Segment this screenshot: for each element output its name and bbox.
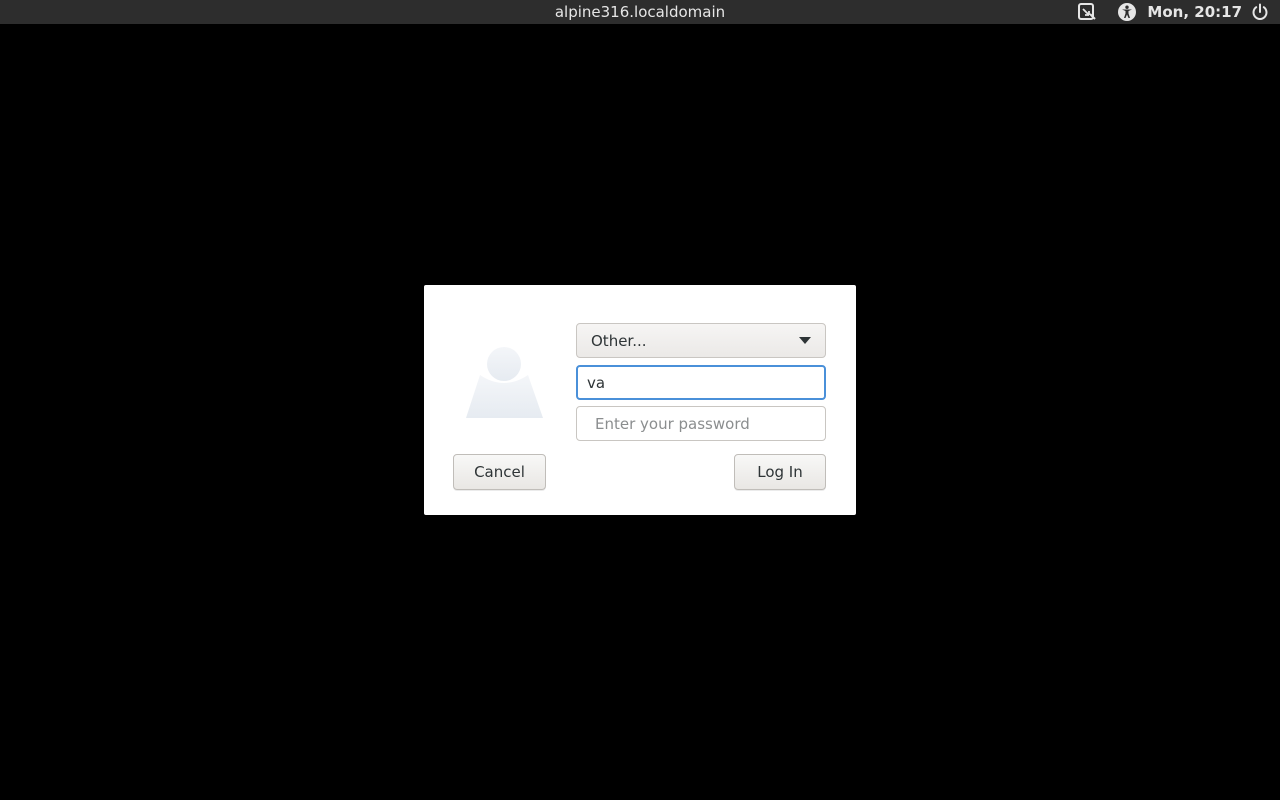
log-in-button[interactable]: Log In <box>734 454 826 490</box>
user-select-dropdown[interactable]: Other... <box>576 323 826 358</box>
top-bar: alpine316.localdomain Mon, 20:17 <box>0 0 1280 24</box>
screen-keyboard-icon[interactable] <box>1077 2 1097 22</box>
chevron-down-icon <box>799 337 811 344</box>
power-icon[interactable] <box>1250 2 1270 22</box>
status-area: Mon, 20:17 <box>1077 0 1270 24</box>
cancel-button[interactable]: Cancel <box>453 454 546 490</box>
clock[interactable]: Mon, 20:17 <box>1147 0 1242 24</box>
password-field[interactable] <box>576 406 826 441</box>
username-field[interactable] <box>576 365 826 400</box>
accessibility-icon[interactable] <box>1117 2 1137 22</box>
user-select-label: Other... <box>591 331 647 350</box>
user-avatar-icon <box>466 345 544 420</box>
